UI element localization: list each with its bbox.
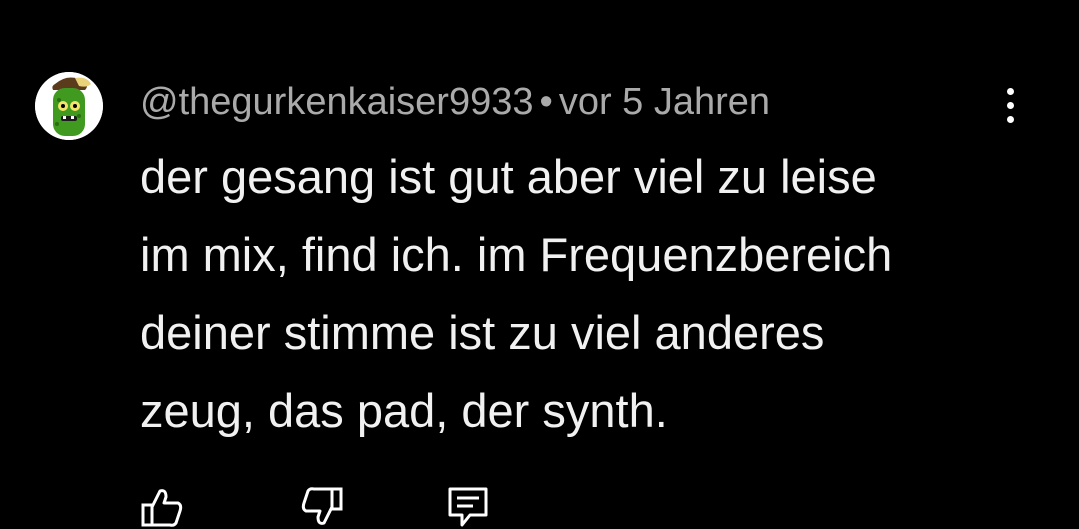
reply-comment-icon bbox=[448, 487, 488, 527]
dislike-button[interactable] bbox=[300, 485, 344, 529]
more-vertical-icon-dot bbox=[1006, 87, 1014, 95]
meta-separator: • bbox=[539, 81, 553, 123]
more-vertical-icon-dot bbox=[1006, 115, 1014, 123]
comment-timestamp[interactable]: vor 5 Jahren bbox=[559, 81, 770, 123]
thumbs-up-icon bbox=[141, 489, 183, 527]
more-vertical-icon-dot bbox=[1006, 101, 1014, 109]
comment-text-line: zeug, das pad, der synth. bbox=[140, 384, 668, 437]
cucumber-avatar-icon bbox=[35, 72, 103, 140]
comment-text-line: im mix, find ich. im Frequenzbereich bbox=[140, 228, 893, 281]
author-avatar[interactable] bbox=[35, 72, 103, 140]
like-button[interactable] bbox=[140, 485, 184, 529]
reply-button[interactable] bbox=[446, 485, 490, 529]
comment-meta: @thegurkenkaiser9933 • vor 5 Jahren bbox=[140, 80, 770, 124]
comment-thread-item: @thegurkenkaiser9933 • vor 5 Jahren der ge… bbox=[0, 0, 1079, 529]
comment-text-line: deiner stimme ist zu viel anderes bbox=[140, 306, 825, 359]
more-options-button[interactable] bbox=[990, 80, 1030, 130]
author-name[interactable]: @thegurkenkaiser9933 bbox=[140, 81, 534, 123]
comment-text-line: der gesang ist gut aber viel zu leise bbox=[140, 150, 877, 203]
comment-text: der gesang ist gut aber viel zu leise im… bbox=[140, 138, 1040, 450]
thumbs-down-icon bbox=[301, 487, 343, 525]
